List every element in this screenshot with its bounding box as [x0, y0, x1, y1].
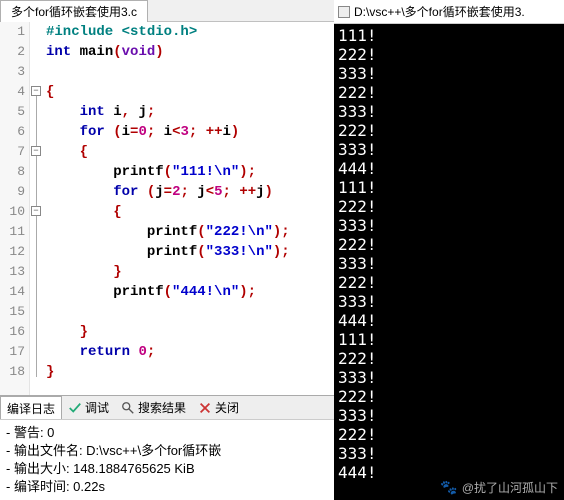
- code-line[interactable]: return 0;: [46, 342, 334, 362]
- close-icon: [198, 401, 212, 415]
- code-line[interactable]: }: [46, 322, 334, 342]
- fold-toggle[interactable]: −: [31, 86, 41, 96]
- fold-toggle[interactable]: −: [31, 206, 41, 216]
- watermark: 🐾 @扰了山河孤山下: [440, 479, 558, 496]
- fold-column[interactable]: − − −: [30, 22, 44, 395]
- code-line[interactable]: }: [46, 362, 334, 382]
- code-line[interactable]: for (j=2; j<5; ++j): [46, 182, 334, 202]
- tab-close-label: 关闭: [215, 399, 239, 416]
- code-line[interactable]: printf("333!\n");: [46, 242, 334, 262]
- paw-icon: 🐾: [440, 479, 457, 496]
- tab-search-label: 搜索结果: [138, 399, 186, 416]
- bottom-panel: 编译日志 调试 搜索结果 关闭 - 警告: 0 - 输出文件名: D:\vsc+…: [0, 395, 334, 500]
- ide-pane: 多个for循环嵌套使用3.c 1234567891011121314151617…: [0, 0, 334, 500]
- code-area[interactable]: 123456789101112131415161718 − − − #include…: [0, 22, 334, 395]
- log-compile-time: - 编译时间: 0.22s: [6, 478, 328, 496]
- editor-tab[interactable]: 多个for循环嵌套使用3.c: [0, 0, 148, 22]
- log-body: - 警告: 0 - 输出文件名: D:\vsc++\多个for循环嵌 - 输出大…: [0, 420, 334, 500]
- log-output-size: - 输出大小: 148.1884765625 KiB: [6, 460, 328, 478]
- code-line[interactable]: [46, 302, 334, 322]
- log-output-file: - 输出文件名: D:\vsc++\多个for循环嵌: [6, 442, 328, 460]
- code-line[interactable]: for (i=0; i<3; ++i): [46, 122, 334, 142]
- code-line[interactable]: #include <stdio.h>: [46, 22, 334, 42]
- tab-search-results[interactable]: 搜索结果: [115, 396, 192, 419]
- code-line[interactable]: {: [46, 82, 334, 102]
- code-line[interactable]: {: [46, 202, 334, 222]
- log-warnings: - 警告: 0: [6, 424, 328, 442]
- code-lines[interactable]: #include <stdio.h>int main(void) { int i…: [44, 22, 334, 395]
- tab-debug[interactable]: 调试: [62, 396, 115, 419]
- code-line[interactable]: [46, 62, 334, 82]
- console-output: 111! 222! 333! 222! 333! 222! 333! 444! …: [334, 24, 564, 500]
- code-line[interactable]: int main(void): [46, 42, 334, 62]
- line-number-gutter: 123456789101112131415161718: [0, 22, 30, 395]
- code-line[interactable]: {: [46, 142, 334, 162]
- code-line[interactable]: printf("111!\n");: [46, 162, 334, 182]
- tab-compile-log[interactable]: 编译日志: [0, 396, 62, 419]
- tab-close[interactable]: 关闭: [192, 396, 245, 419]
- check-icon: [68, 401, 82, 415]
- bottom-tab-row: 编译日志 调试 搜索结果 关闭: [0, 396, 334, 420]
- fold-toggle[interactable]: −: [31, 146, 41, 156]
- code-line[interactable]: int i, j;: [46, 102, 334, 122]
- app-icon: [338, 6, 350, 18]
- console-title-bar[interactable]: D:\vsc++\多个for循环嵌套使用3.: [334, 0, 564, 24]
- console-pane: D:\vsc++\多个for循环嵌套使用3. 111! 222! 333! 22…: [334, 0, 564, 500]
- search-icon: [121, 401, 135, 415]
- tab-debug-label: 调试: [85, 399, 109, 416]
- console-title-text: D:\vsc++\多个for循环嵌套使用3.: [354, 3, 525, 20]
- code-line[interactable]: }: [46, 262, 334, 282]
- watermark-text: @扰了山河孤山下: [462, 479, 558, 496]
- editor-tab-bar: 多个for循环嵌套使用3.c: [0, 0, 334, 22]
- code-line[interactable]: printf("444!\n");: [46, 282, 334, 302]
- code-line[interactable]: printf("222!\n");: [46, 222, 334, 242]
